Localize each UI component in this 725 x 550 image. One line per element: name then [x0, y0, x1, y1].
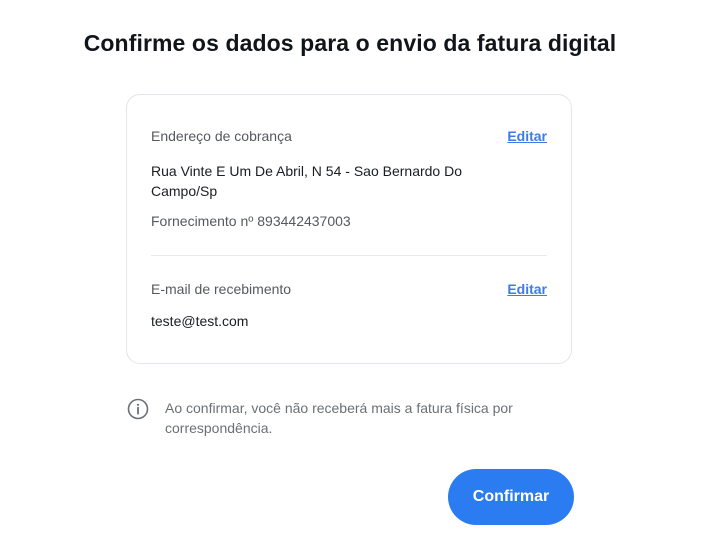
notice: Ao confirmar, você não receberá mais a f…: [127, 398, 567, 438]
email-label: E-mail de recebimento: [151, 281, 292, 297]
confirm-button[interactable]: Confirmar: [448, 469, 574, 525]
confirmation-card: Endereço de cobrança Editar Rua Vinte E …: [126, 94, 572, 364]
billing-address-label: Endereço de cobrança: [151, 128, 292, 144]
email-section: E-mail de recebimento Editar teste@test.…: [151, 281, 547, 329]
billing-address: Rua Vinte E Um De Abril, N 54 - Sao Bern…: [151, 163, 463, 199]
section-divider: [151, 255, 547, 256]
info-icon: [127, 398, 149, 420]
billing-header: Endereço de cobrança Editar: [151, 128, 547, 144]
email-header: E-mail de recebimento Editar: [151, 281, 547, 297]
page-title: Confirme os dados para o envio da fatura…: [83, 30, 617, 56]
notice-text: Ao confirmar, você não receberá mais a f…: [165, 400, 513, 436]
billing-section: Endereço de cobrança Editar Rua Vinte E …: [151, 128, 547, 229]
email-value: teste@test.com: [151, 313, 249, 329]
edit-billing-link[interactable]: Editar: [507, 128, 547, 144]
edit-email-link[interactable]: Editar: [507, 281, 547, 297]
supply-number: Fornecimento nº 893442437003: [151, 213, 351, 229]
